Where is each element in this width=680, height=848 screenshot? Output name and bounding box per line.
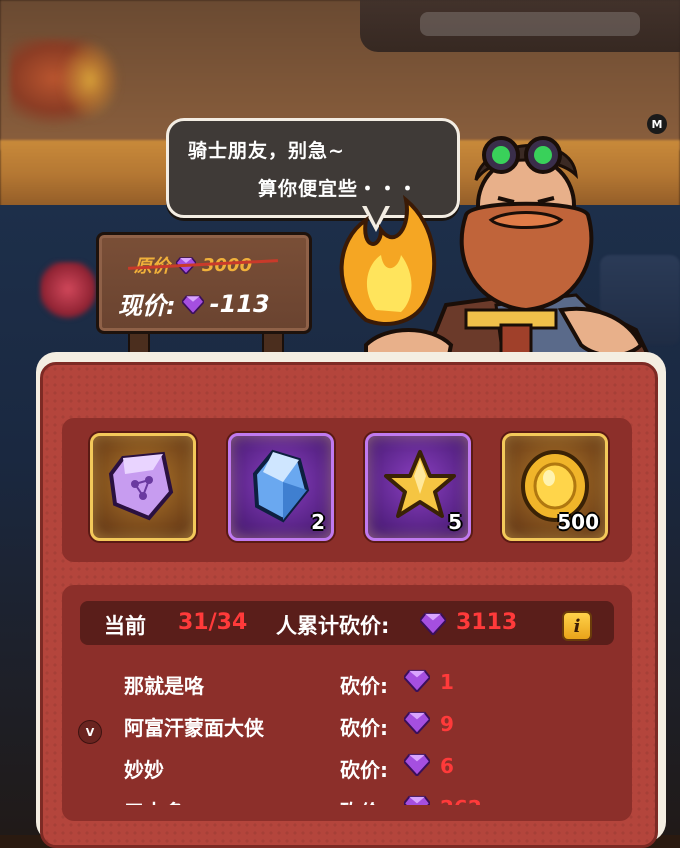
gold-star-icon — [384, 450, 456, 518]
bargain-label: 砍价: — [340, 796, 388, 805]
gem-icon — [404, 753, 430, 776]
total-bargain-label: 人累计砍价: — [276, 614, 390, 638]
gem-icon — [404, 711, 430, 734]
current-progress: 31/34 — [178, 610, 248, 635]
player-name: 妙妙 — [124, 758, 164, 782]
current-price-value: -113 — [209, 289, 270, 318]
purple-rune-stone-icon — [108, 451, 174, 521]
reward-slot-star[interactable]: 5 — [365, 433, 471, 541]
reward-count: 2 — [311, 510, 325, 534]
bargain-value: 1 — [440, 670, 454, 694]
bargain-label: 砍价: — [340, 674, 388, 698]
reward-slot-crystal[interactable]: 2 — [228, 433, 334, 541]
reward-slot-rune-stone[interactable] — [90, 433, 196, 541]
background-banner-blur — [420, 12, 640, 36]
current-price-label: 现价: — [118, 292, 176, 320]
speech-line-1: 骑士朋友，别急~ — [188, 140, 345, 162]
reward-slot-coin[interactable]: 500 — [502, 433, 608, 541]
player-name: 阿富汗蒙面大侠 — [124, 716, 264, 740]
bargain-value: 262 — [440, 796, 482, 805]
bargain-label: 砍价: — [340, 758, 388, 782]
info-button[interactable]: i — [562, 611, 592, 641]
current-price: 现价: -113 — [118, 286, 270, 321]
current-label: 当前 — [104, 614, 146, 638]
bargain-value: 6 — [440, 754, 454, 778]
reward-count: 5 — [448, 510, 462, 534]
list-item: 那就是咯 砍价: 1 — [62, 664, 632, 704]
gem-icon — [404, 669, 430, 692]
reward-count: 500 — [557, 510, 599, 534]
bargain-label: 砍价: — [340, 716, 388, 740]
dwarf-merchant-character — [339, 136, 660, 380]
blue-crystal-icon — [252, 449, 310, 523]
bargain-value: 9 — [440, 712, 454, 736]
gem-icon — [404, 795, 430, 805]
v-badge[interactable]: V — [78, 720, 102, 744]
bargain-list[interactable]: 那就是咯 砍价: 1 阿富汗蒙面大侠 砍价: 9 妙妙 砍价: 6 三本多 砍价… — [62, 655, 632, 805]
gem-icon — [420, 612, 446, 635]
list-item: 三本多 砍价: 262 — [62, 790, 632, 805]
background-character-glow — [60, 40, 120, 120]
player-name: 三本多 — [124, 796, 184, 805]
gem-icon — [181, 294, 204, 314]
player-name: 那就是咯 — [124, 674, 204, 698]
total-bargain-value: 3113 — [456, 610, 518, 635]
list-item: 妙妙 砍价: 6 — [62, 748, 632, 788]
list-item: 阿富汗蒙面大侠 砍价: 9 — [62, 706, 632, 746]
background-heart-icon — [40, 262, 96, 322]
